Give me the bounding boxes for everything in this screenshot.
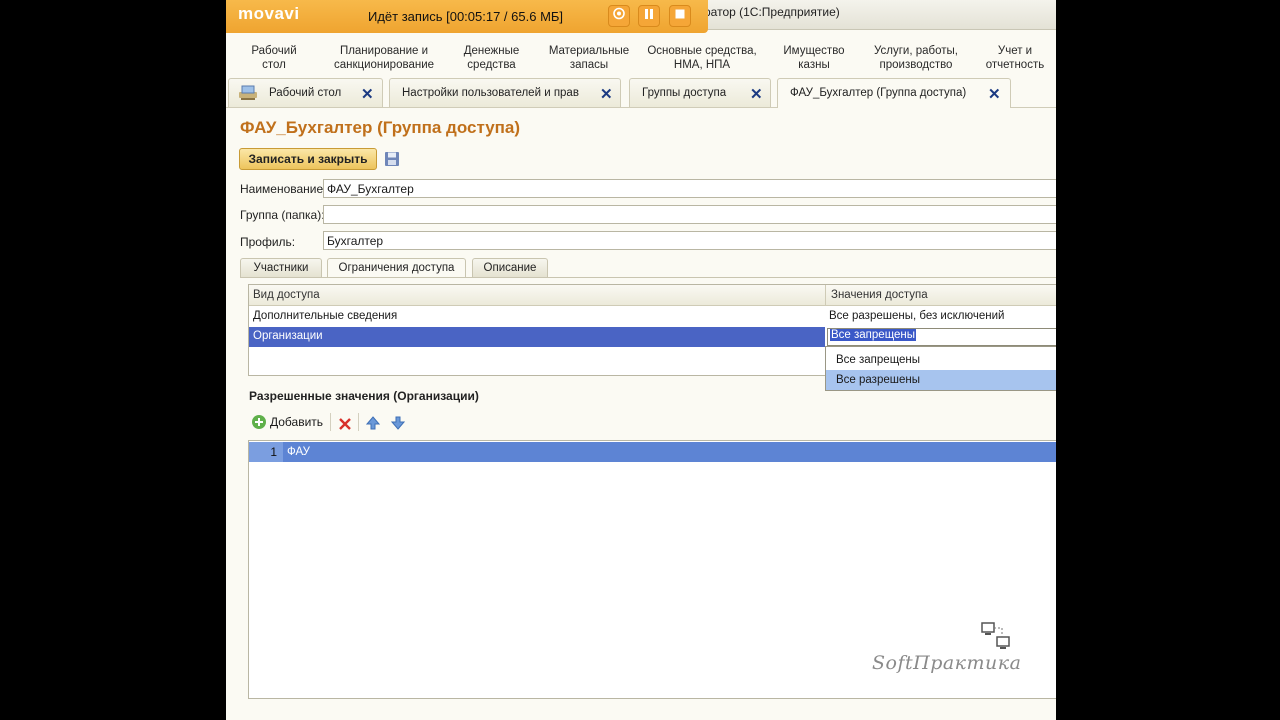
pause-icon[interactable] <box>638 5 660 27</box>
allowed-values-title: Разрешенные значения (Организации) <box>249 389 479 403</box>
section-label: Материальные запасы <box>548 45 630 71</box>
tab-access-restrictions[interactable]: Ограничения доступа <box>327 258 466 278</box>
delete-icon[interactable] <box>338 415 352 433</box>
tab-divider <box>240 277 1056 278</box>
value-dropdown[interactable]: Все запрещены Все разрешены <box>825 346 1056 391</box>
section-label: Услуги, работы, производство <box>873 45 958 71</box>
column-divider <box>825 285 826 306</box>
row-highlight <box>249 327 825 347</box>
access-value-cell: Все разрешены, без исключений <box>829 310 1005 322</box>
section-label: Планирование и санкционирование <box>333 45 435 71</box>
tab-participants[interactable]: Участники <box>240 258 322 277</box>
section-desktop[interactable]: Рабочий стол <box>244 44 304 72</box>
save-and-close-button[interactable]: Записать и закрыть <box>239 148 377 170</box>
application-window: ратор (1С:Предприятие) movavi Идёт запис… <box>226 0 1056 720</box>
table-row[interactable]: Организации Все запрещены <box>249 327 1056 347</box>
section-label: Рабочий стол <box>251 45 297 71</box>
access-kind-cell: Организации <box>253 330 323 342</box>
window-title: ратор (1С:Предприятие) <box>704 5 840 19</box>
close-icon[interactable]: ✕ <box>600 85 613 103</box>
add-icon <box>252 415 266 429</box>
section-panel: Рабочий стол Планирование и санкциониров… <box>226 34 1056 76</box>
section-treasury-property[interactable]: Имущество казны <box>778 44 850 72</box>
access-value-cell[interactable]: Все запрещены <box>830 329 917 341</box>
section-label: Учет и отчетность <box>985 45 1045 71</box>
add-button[interactable]: Добавить <box>250 413 324 431</box>
add-label: Добавить <box>270 415 324 429</box>
organization-cell: ФАУ <box>287 446 310 458</box>
profile-label: Профиль: <box>240 235 296 249</box>
table-row[interactable]: 1 ФАУ <box>249 442 1056 462</box>
section-label: Основные средства, НМА, НПА <box>647 45 757 71</box>
column-header: Значения доступа <box>831 289 928 301</box>
movavi-logo: movavi <box>238 4 300 23</box>
dropdown-option[interactable]: Все разрешены <box>826 370 1056 390</box>
tab-label: Группы доступа <box>642 87 727 99</box>
section-accounting[interactable]: Учет и отчетность <box>982 44 1048 72</box>
softpraktika-watermark: SoftПрактика <box>872 652 1022 674</box>
close-icon[interactable]: ✕ <box>750 85 763 103</box>
move-up-icon[interactable] <box>366 414 380 432</box>
access-kind-cell: Дополнительные сведения <box>253 310 398 322</box>
dropdown-option[interactable]: Все запрещены <box>826 350 1056 370</box>
recording-status: Идёт запись [00:05:17 / 65.6 МБ] <box>368 9 564 24</box>
tab-desktop[interactable]: Рабочий стол ✕ <box>228 78 383 107</box>
section-label: Денежные средства <box>463 45 520 71</box>
name-label: Наименование: <box>240 182 327 196</box>
group-label: Группа (папка): <box>240 208 325 222</box>
tab-access-groups[interactable]: Группы доступа ✕ <box>629 78 771 107</box>
network-computers-icon <box>981 622 1010 649</box>
move-down-icon[interactable] <box>391 414 405 432</box>
save-icon[interactable] <box>384 151 400 167</box>
tab-label: Рабочий стол <box>269 87 342 99</box>
tab-label: Настройки пользователей и прав <box>402 87 579 99</box>
page-title: ФАУ_Бухгалтер (Группа доступа) <box>240 118 521 137</box>
tab-description[interactable]: Описание <box>472 258 548 277</box>
tab-label: ФАУ_Бухгалтер (Группа доступа) <box>790 87 967 99</box>
close-icon[interactable]: ✕ <box>361 85 374 103</box>
recorder-overlay: movavi Идёт запись [00:05:17 / 65.6 МБ] <box>226 0 708 33</box>
row-number: 1 <box>249 442 283 462</box>
column-header: Вид доступа <box>253 289 320 301</box>
group-field[interactable] <box>323 205 1056 224</box>
stop-icon[interactable] <box>669 5 691 27</box>
profile-field[interactable]: Бухгалтер <box>323 231 1056 250</box>
section-cash[interactable]: Денежные средства <box>454 44 529 72</box>
section-fixed-assets[interactable]: Основные средства, НМА, НПА <box>642 44 762 72</box>
toolbar-separator <box>358 413 359 431</box>
section-planning[interactable]: Планирование и санкционирование <box>329 44 439 72</box>
section-label: Имущество казны <box>783 45 845 71</box>
camera-icon[interactable] <box>608 5 630 27</box>
name-field[interactable]: ФАУ_Бухгалтер <box>323 179 1056 198</box>
desktop-icon <box>239 85 257 100</box>
close-icon[interactable]: ✕ <box>988 85 1001 103</box>
toolbar-separator <box>330 413 331 431</box>
tab-bar: Рабочий стол ✕ Настройки пользователей и… <box>226 78 1056 108</box>
section-services[interactable]: Услуги, работы, производство <box>866 44 966 72</box>
table-row[interactable]: Дополнительные сведения Все разрешены, б… <box>249 307 1056 327</box>
table-header: Вид доступа Значения доступа <box>249 285 1056 306</box>
tab-user-settings[interactable]: Настройки пользователей и прав ✕ <box>389 78 621 107</box>
section-inventory[interactable]: Материальные запасы <box>544 44 634 72</box>
tab-accountant-group[interactable]: ФАУ_Бухгалтер (Группа доступа) ✕ <box>777 78 1011 108</box>
